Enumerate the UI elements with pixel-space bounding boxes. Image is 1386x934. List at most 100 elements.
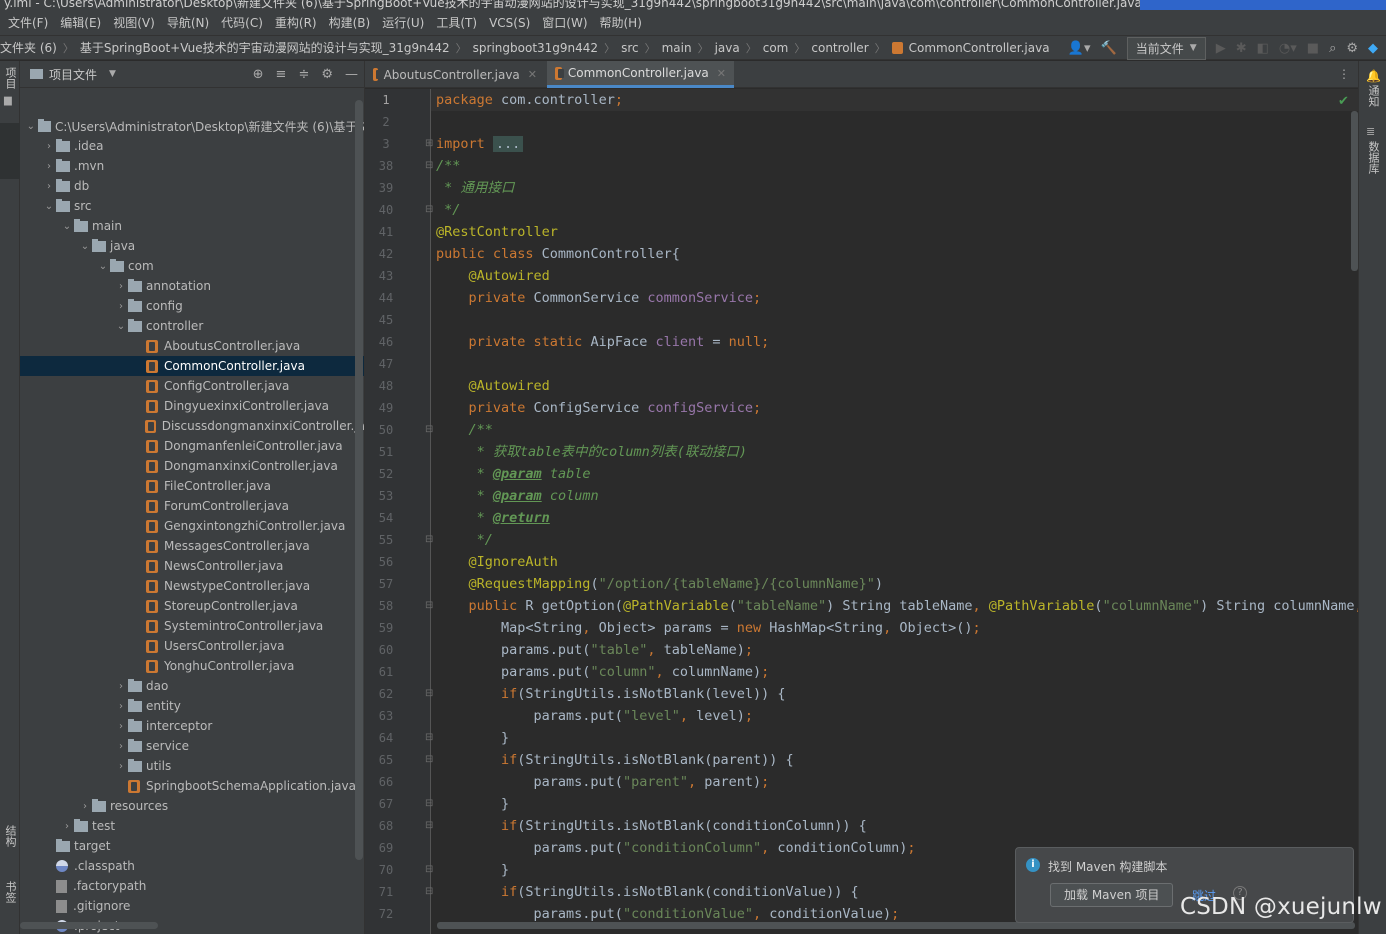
tree-folder[interactable]: ⌄ src xyxy=(20,196,364,216)
menu-run[interactable]: 运行(U) xyxy=(376,14,430,31)
tree-file[interactable]: UsersController.java xyxy=(20,636,364,656)
code-token[interactable]: ... xyxy=(492,136,524,152)
expand-all-icon[interactable]: ≡ xyxy=(276,67,287,82)
tree-folder[interactable]: target xyxy=(20,836,364,856)
code-area[interactable]: package com.controller; import ... /** * 通… xyxy=(431,89,1358,934)
chevron-right-icon[interactable]: › xyxy=(60,821,74,832)
database-tool-button[interactable]: 数据库 xyxy=(1365,141,1381,174)
tree-file[interactable]: NewstypeController.java xyxy=(20,576,364,596)
tree-file[interactable]: SystemintroController.java xyxy=(20,616,364,636)
chevron-right-icon[interactable]: › xyxy=(78,801,92,812)
tree-file[interactable]: NewsController.java xyxy=(20,556,364,576)
gear-icon[interactable]: ⚙ xyxy=(321,67,333,82)
more-options-icon[interactable]: ⋮ xyxy=(1338,67,1350,81)
bookmarks-tool-button[interactable]: 书签 xyxy=(2,881,18,903)
chevron-right-icon[interactable]: › xyxy=(42,181,56,192)
tree-file[interactable]: ForumController.java xyxy=(20,496,364,516)
tree-folder[interactable]: ⌄ java xyxy=(20,236,364,256)
tree-folder[interactable]: ⌄ com xyxy=(20,256,364,276)
plugin-icon[interactable]: ◆ xyxy=(1368,41,1378,56)
breadcrumb-item[interactable]: 文件夹 (6) xyxy=(0,39,57,56)
tree-folder[interactable]: › .idea xyxy=(20,136,364,156)
breadcrumb-item[interactable]: springboot31g9n442 xyxy=(473,41,598,55)
breadcrumb-item[interactable]: main xyxy=(662,41,692,55)
locate-icon[interactable]: ⊕ xyxy=(253,67,264,82)
coverage-icon[interactable]: ◧ xyxy=(1257,41,1269,56)
notifications-tool-button[interactable]: 通知 xyxy=(1365,85,1381,107)
chevron-down-icon[interactable]: ⌄ xyxy=(60,221,74,232)
tree-file[interactable]: DingyuexinxiController.java xyxy=(20,396,364,416)
user-icon[interactable]: 👤▾ xyxy=(1068,41,1091,56)
tree-folder[interactable]: › annotation xyxy=(20,276,364,296)
tree-folder[interactable]: › entity xyxy=(20,696,364,716)
tree-folder[interactable]: › utils xyxy=(20,756,364,776)
project-scrollbar-horizontal[interactable] xyxy=(20,922,158,929)
tree-folder[interactable]: › config xyxy=(20,296,364,316)
tree-folder[interactable]: ⌄ C:\Users\Administrator\Desktop\新建文件夹 (6… xyxy=(20,116,364,136)
search-icon[interactable]: ⌕ xyxy=(1329,41,1336,56)
tree-file[interactable]: ConfigController.java xyxy=(20,376,364,396)
chevron-right-icon[interactable]: › xyxy=(114,281,128,292)
tab-common-controller[interactable]: CommonController.java ✕ xyxy=(547,61,734,88)
chevron-right-icon[interactable]: › xyxy=(114,721,128,732)
chevron-right-icon[interactable]: › xyxy=(42,141,56,152)
tree-folder[interactable]: ⌄ controller xyxy=(20,316,364,336)
tree-folder[interactable]: › interceptor xyxy=(20,716,364,736)
menu-tools[interactable]: 工具(T) xyxy=(430,14,483,31)
breadcrumb-item[interactable]: CommonController.java xyxy=(909,41,1050,55)
tree-file[interactable]: SpringbootSchemaApplication.java xyxy=(20,776,364,796)
close-icon[interactable]: ✕ xyxy=(528,68,537,81)
project-panel-title[interactable]: 项目文件 xyxy=(49,66,97,83)
chevron-right-icon[interactable]: › xyxy=(114,301,128,312)
tree-file[interactable]: DongmanxinxiController.java xyxy=(20,456,364,476)
tree-folder[interactable]: › db xyxy=(20,176,364,196)
chevron-right-icon[interactable]: › xyxy=(42,161,56,172)
menu-edit[interactable]: 编辑(E) xyxy=(54,14,107,31)
menu-file[interactable]: 文件(F) xyxy=(2,14,54,31)
tree-file[interactable]: StoreupController.java xyxy=(20,596,364,616)
tab-aboutus-controller[interactable]: AboutusController.java ✕ xyxy=(365,61,545,88)
chevron-right-icon[interactable]: › xyxy=(114,741,128,752)
load-maven-project-button[interactable]: 加载 Maven 项目 xyxy=(1050,883,1174,907)
breadcrumb-item[interactable]: src xyxy=(621,41,639,55)
menu-code[interactable]: 代码(C) xyxy=(215,14,269,31)
stop-icon[interactable]: ■ xyxy=(1307,41,1319,56)
menu-view[interactable]: 视图(V) xyxy=(107,14,161,31)
editor-scrollbar-horizontal[interactable] xyxy=(437,922,1355,929)
run-icon[interactable]: ▶ xyxy=(1216,41,1226,56)
menu-vcs[interactable]: VCS(S) xyxy=(483,16,536,30)
run-configuration-select[interactable]: 当前文件 ▼ xyxy=(1126,36,1206,60)
tree-file[interactable]: .factorypath xyxy=(20,876,364,896)
tree-folder[interactable]: › test xyxy=(20,816,364,836)
debug-icon[interactable]: ✱ xyxy=(1236,41,1247,56)
tree-file[interactable]: YonghuController.java xyxy=(20,656,364,676)
menu-help[interactable]: 帮助(H) xyxy=(594,14,648,31)
tree-folder[interactable]: › dao xyxy=(20,676,364,696)
breadcrumb-item[interactable]: 基于SpringBoot+Vue技术的宇宙动漫网站的设计与实现_31g9n442 xyxy=(80,39,450,56)
gear-icon[interactable]: ⚙ xyxy=(1346,41,1358,56)
chevron-right-icon[interactable]: › xyxy=(114,701,128,712)
project-tool-button[interactable]: 项目 xyxy=(2,67,18,89)
chevron-down-icon[interactable]: ▼ xyxy=(109,69,116,79)
chevron-right-icon[interactable]: › xyxy=(114,761,128,772)
menu-build[interactable]: 构建(B) xyxy=(323,14,377,31)
tree-folder[interactable]: › service xyxy=(20,736,364,756)
build-hammer-icon[interactable]: 🔨 xyxy=(1101,41,1117,56)
breadcrumb-item[interactable]: com xyxy=(763,41,789,55)
tree-file[interactable]: DongmanfenleiController.java xyxy=(20,436,364,456)
chevron-down-icon[interactable]: ⌄ xyxy=(78,241,92,252)
tree-file[interactable]: CommonController.java xyxy=(20,356,364,376)
breadcrumb-item[interactable]: java xyxy=(715,41,740,55)
tree-file[interactable]: DiscussdongmanxinxiController.ja xyxy=(20,416,364,436)
tree-file[interactable]: MessagesController.java xyxy=(20,536,364,556)
chevron-down-icon[interactable]: ⌄ xyxy=(42,201,56,212)
close-icon[interactable]: ✕ xyxy=(717,67,726,80)
tree-folder[interactable]: ⌄ main xyxy=(20,216,364,236)
editor-scrollbar-vertical[interactable] xyxy=(1351,111,1358,271)
menu-window[interactable]: 窗口(W) xyxy=(536,14,593,31)
chevron-right-icon[interactable]: › xyxy=(114,681,128,692)
tree-file[interactable]: .gitignore xyxy=(20,896,364,916)
tree-file[interactable]: GengxintongzhiController.java xyxy=(20,516,364,536)
profile-icon[interactable]: ◔▾ xyxy=(1279,41,1297,56)
tree-folder[interactable]: › resources xyxy=(20,796,364,816)
